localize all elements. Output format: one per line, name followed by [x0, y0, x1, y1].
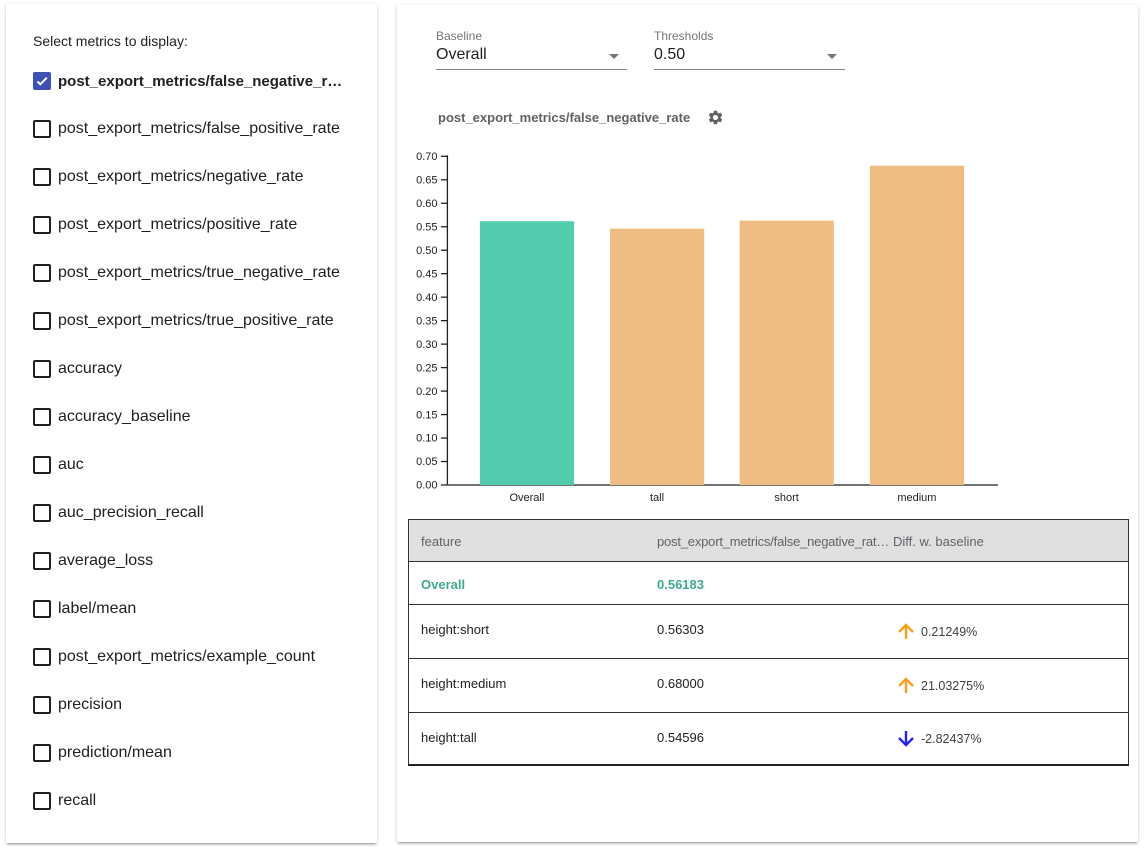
svg-text:0.70: 0.70: [416, 151, 437, 163]
svg-text:tall: tall: [650, 492, 664, 504]
svg-text:0.55: 0.55: [416, 221, 437, 233]
svg-text:0.65: 0.65: [416, 174, 437, 186]
svg-text:0.00: 0.00: [416, 480, 437, 492]
svg-text:0.20: 0.20: [416, 386, 437, 398]
svg-text:0.35: 0.35: [416, 315, 437, 327]
svg-text:0.10: 0.10: [416, 433, 437, 445]
svg-text:medium: medium: [897, 492, 936, 504]
svg-text:short: short: [774, 492, 798, 504]
svg-text:Overall: Overall: [509, 492, 544, 504]
svg-text:0.40: 0.40: [416, 292, 437, 304]
svg-text:0.25: 0.25: [416, 362, 437, 374]
svg-text:0.15: 0.15: [416, 409, 437, 421]
svg-text:0.05: 0.05: [416, 456, 437, 468]
svg-text:0.45: 0.45: [416, 268, 437, 280]
svg-text:0.30: 0.30: [416, 339, 437, 351]
svg-text:0.60: 0.60: [416, 198, 437, 210]
svg-text:0.50: 0.50: [416, 245, 437, 257]
